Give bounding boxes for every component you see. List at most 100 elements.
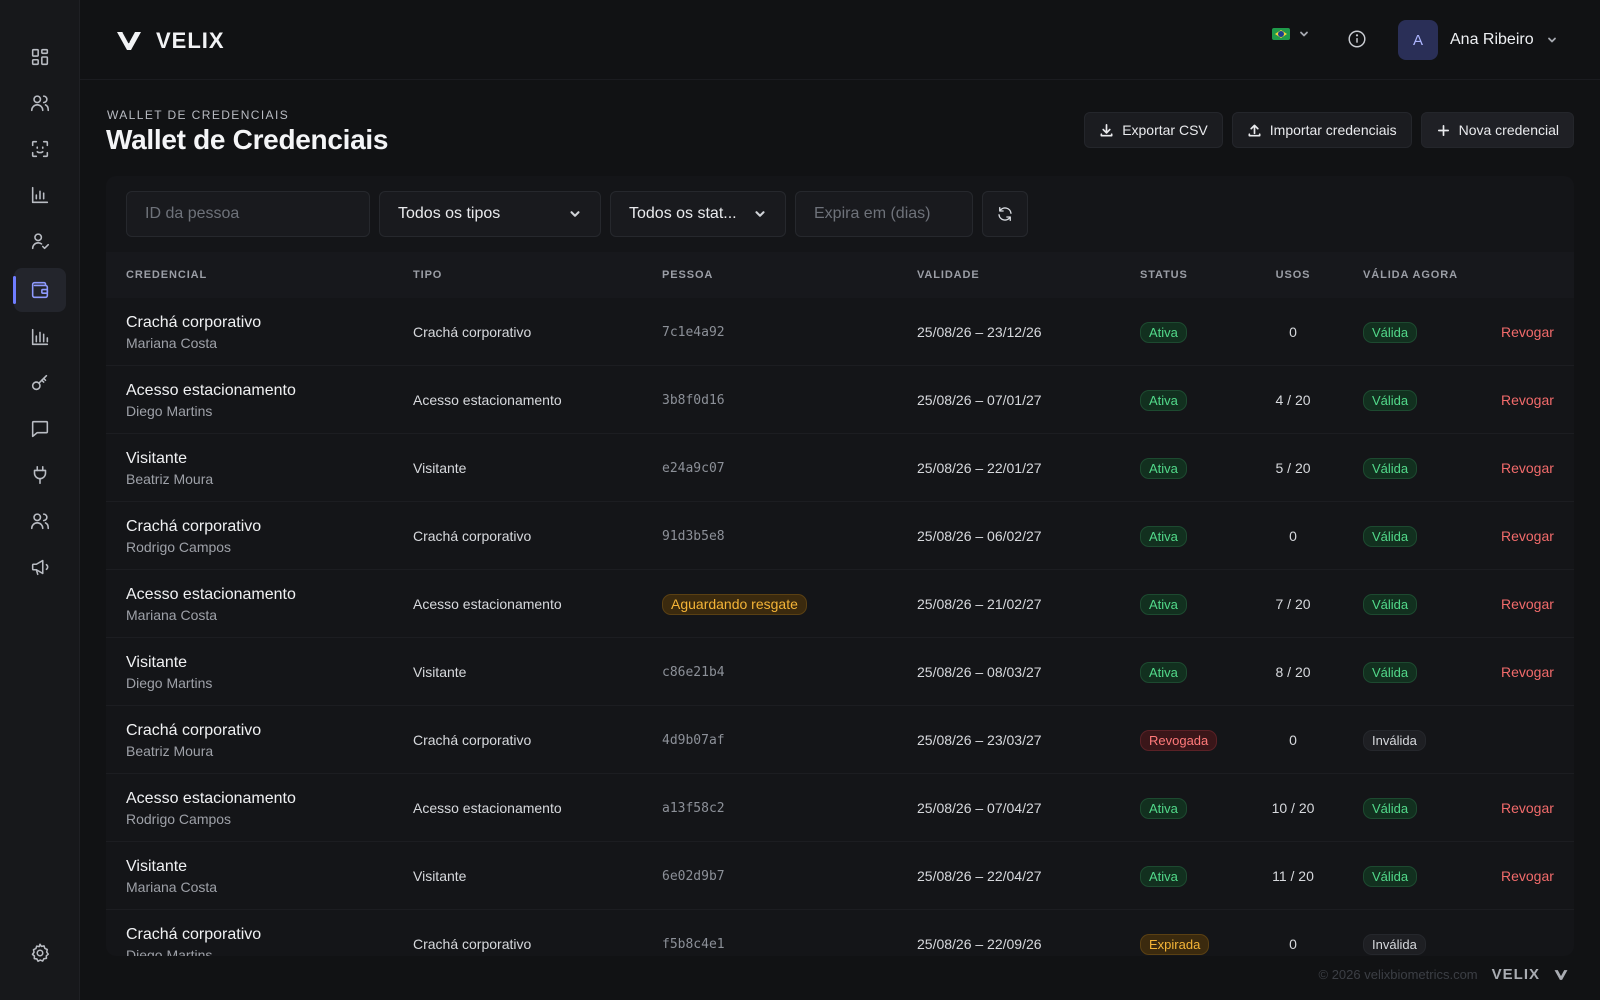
sidebar-item-team[interactable] bbox=[14, 499, 66, 543]
megaphone-icon bbox=[31, 559, 49, 576]
import-credentials-button[interactable]: Importar credenciais bbox=[1231, 112, 1412, 148]
credential-cell: Crachá corporativo Mariana Costa bbox=[126, 298, 261, 366]
person-id[interactable]: f5b8c4e1 bbox=[662, 937, 725, 952]
revoke-button[interactable]: Revogar bbox=[1501, 868, 1554, 884]
revoke-button[interactable]: Revogar bbox=[1501, 800, 1554, 816]
refresh-icon bbox=[998, 206, 1012, 222]
person-id[interactable]: 6e02d9b7 bbox=[662, 869, 725, 884]
table-row[interactable]: Visitante Diego Martins Visitante c86e21… bbox=[106, 638, 1574, 706]
chevron-down-icon bbox=[570, 211, 580, 217]
status-badge: Ativa bbox=[1140, 457, 1187, 479]
sidebar-item-analytics[interactable] bbox=[14, 173, 66, 217]
credential-cell: Visitante Beatriz Moura bbox=[126, 434, 213, 502]
validity-cell: 25/08/26 – 23/12/26 bbox=[917, 324, 1042, 340]
wallet-icon bbox=[31, 281, 49, 299]
type-cell: Acesso estacionamento bbox=[413, 596, 562, 612]
user-menu[interactable]: A Ana Ribeiro bbox=[1398, 20, 1558, 60]
brazil-flag-icon bbox=[1272, 28, 1290, 40]
sidebar-item-dashboard[interactable] bbox=[14, 35, 66, 79]
credential-name[interactable]: Acesso estacionamento bbox=[126, 382, 296, 400]
new-credential-button[interactable]: Nova credencial bbox=[1420, 112, 1574, 148]
table-row[interactable]: Crachá corporativo Rodrigo Campos Crachá… bbox=[106, 502, 1574, 570]
person-id[interactable]: c86e21b4 bbox=[662, 665, 725, 680]
revoke-button[interactable]: Revogar bbox=[1501, 324, 1554, 340]
chevron-down-icon bbox=[1547, 37, 1556, 43]
table-row[interactable]: Crachá corporativo Diego Martins Crachá … bbox=[106, 910, 1574, 956]
type-cell: Visitante bbox=[413, 460, 467, 476]
type-select[interactable]: Todos os tipos bbox=[379, 191, 601, 237]
revoke-button[interactable]: Revogar bbox=[1501, 460, 1554, 476]
action-cell: Revogar bbox=[1501, 638, 1554, 706]
person-id[interactable]: 4d9b07af bbox=[662, 733, 725, 748]
person-id[interactable]: a13f58c2 bbox=[662, 801, 725, 816]
credentials-panel: ID da pessoa Todos os tipos Todos os sta… bbox=[106, 176, 1574, 956]
credential-holder: Rodrigo Campos bbox=[126, 810, 232, 827]
person-id[interactable]: 7c1e4a92 bbox=[662, 325, 725, 340]
revoke-button[interactable]: Revogar bbox=[1501, 528, 1554, 544]
valid-now-cell: Válida bbox=[1363, 502, 1418, 570]
copyright: © 2026 velixbiometrics.com bbox=[1318, 967, 1478, 982]
sidebar-item-integrations[interactable] bbox=[14, 453, 66, 497]
table-row[interactable]: Crachá corporativo Mariana Costa Crachá … bbox=[106, 298, 1574, 366]
credential-name[interactable]: Visitante bbox=[126, 450, 187, 468]
sidebar-item-settings[interactable] bbox=[14, 931, 66, 975]
table-row[interactable]: Acesso estacionamento Mariana Costa Aces… bbox=[106, 570, 1574, 638]
column-usos[interactable]: USOS bbox=[1246, 269, 1340, 281]
credential-cell: Visitante Diego Martins bbox=[126, 638, 212, 706]
revoke-button[interactable]: Revogar bbox=[1501, 596, 1554, 612]
credential-name[interactable]: Crachá corporativo bbox=[126, 518, 261, 536]
column-status[interactable]: STATUS bbox=[1140, 269, 1188, 281]
credential-name[interactable]: Crachá corporativo bbox=[126, 314, 261, 332]
credential-name[interactable]: Crachá corporativo bbox=[126, 926, 261, 944]
sidebar-item-keys[interactable] bbox=[14, 361, 66, 405]
upload-icon bbox=[1248, 124, 1261, 136]
user-name: Ana Ribeiro bbox=[1450, 31, 1534, 48]
person-id-input[interactable]: ID da pessoa bbox=[126, 191, 370, 237]
credential-cell: Acesso estacionamento Diego Martins bbox=[126, 366, 296, 434]
sidebar-item-face-scan[interactable] bbox=[14, 127, 66, 171]
credential-name[interactable]: Visitante bbox=[126, 858, 187, 876]
table-row[interactable]: Acesso estacionamento Rodrigo Campos Ace… bbox=[106, 774, 1574, 842]
language-selector[interactable] bbox=[1272, 28, 1310, 40]
column-pessoa[interactable]: PESSOA bbox=[662, 269, 713, 281]
sidebar-item-wallet[interactable] bbox=[13, 268, 66, 312]
valid-now-cell: Válida bbox=[1363, 434, 1418, 502]
revoke-button[interactable]: Revogar bbox=[1501, 392, 1554, 408]
person-id[interactable]: 3b8f0d16 bbox=[662, 393, 725, 408]
status-select[interactable]: Todos os stat... bbox=[610, 191, 786, 237]
sidebar-item-campaigns[interactable] bbox=[14, 545, 66, 589]
table-row[interactable]: Visitante Mariana Costa Visitante 6e02d9… bbox=[106, 842, 1574, 910]
column-tipo[interactable]: TIPO bbox=[413, 269, 442, 281]
type-cell: Visitante bbox=[413, 664, 467, 680]
sidebar-item-reports[interactable] bbox=[14, 315, 66, 359]
brand-logo[interactable]: VELIX bbox=[116, 28, 225, 54]
revoke-button[interactable]: Revogar bbox=[1501, 664, 1554, 680]
export-csv-button[interactable]: Exportar CSV bbox=[1084, 112, 1223, 148]
info-button[interactable] bbox=[1346, 28, 1368, 50]
table-row[interactable]: Acesso estacionamento Diego Martins Aces… bbox=[106, 366, 1574, 434]
status-cell: Revogada bbox=[1140, 706, 1218, 774]
column-valida-agora[interactable]: VÁLIDA AGORA bbox=[1363, 269, 1458, 281]
credential-name[interactable]: Acesso estacionamento bbox=[126, 790, 296, 808]
column-credencial[interactable]: CREDENCIAL bbox=[126, 269, 207, 281]
credential-holder: Beatriz Moura bbox=[126, 742, 214, 759]
valid-now-cell: Válida bbox=[1363, 366, 1418, 434]
table-row[interactable]: Visitante Beatriz Moura Visitante e24a9c… bbox=[106, 434, 1574, 502]
credential-name[interactable]: Acesso estacionamento bbox=[126, 586, 296, 604]
sidebar-item-verified-users[interactable] bbox=[14, 219, 66, 263]
credential-name[interactable]: Crachá corporativo bbox=[126, 722, 261, 740]
refresh-button[interactable] bbox=[982, 191, 1028, 237]
table-row[interactable]: Crachá corporativo Beatriz Moura Crachá … bbox=[106, 706, 1574, 774]
sidebar-item-users[interactable] bbox=[14, 81, 66, 125]
person-id[interactable]: e24a9c07 bbox=[662, 461, 725, 476]
expires-days-input[interactable]: Expira em (dias) bbox=[795, 191, 973, 237]
status-cell: Ativa bbox=[1140, 366, 1187, 434]
person-id[interactable]: 91d3b5e8 bbox=[662, 529, 725, 544]
credential-name[interactable]: Visitante bbox=[126, 654, 187, 672]
sidebar-item-messages[interactable] bbox=[14, 407, 66, 451]
team-icon bbox=[30, 513, 50, 530]
column-validade[interactable]: VALIDADE bbox=[917, 269, 980, 281]
avatar: A bbox=[1398, 20, 1438, 60]
key-icon bbox=[31, 374, 48, 391]
type-cell: Crachá corporativo bbox=[413, 528, 532, 544]
